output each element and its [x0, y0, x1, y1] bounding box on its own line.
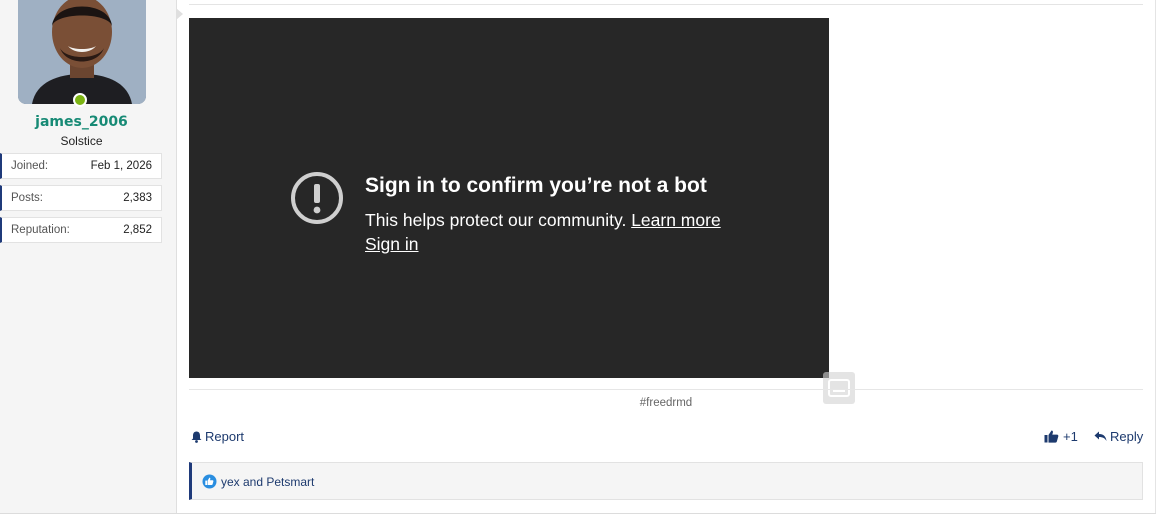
learn-more-link[interactable]: Learn more — [631, 210, 721, 230]
reply-arrow-icon — [1094, 431, 1107, 441]
video-embed[interactable]: Sign in to confirm you’re not a bot This… — [189, 18, 829, 378]
signature-divider — [189, 389, 1143, 390]
stat-label: Posts: — [11, 192, 43, 204]
reply-label: Reply — [1110, 429, 1144, 444]
thumbs-up-icon — [1044, 430, 1059, 443]
divider — [1155, 0, 1156, 513]
stat-label: Reputation: — [11, 224, 70, 236]
reply-button[interactable]: Reply — [1094, 429, 1143, 444]
description-text: This helps protect our community. — [365, 210, 627, 230]
stat-value: Feb 1, 2026 — [90, 160, 152, 172]
sign-in-link[interactable]: Sign in — [365, 234, 419, 255]
stat-joined: Joined: Feb 1, 2026 — [0, 153, 162, 179]
divider — [189, 4, 1143, 5]
stat-label: Joined: — [11, 160, 49, 172]
like-count: +1 — [1063, 429, 1078, 444]
bell-icon — [191, 431, 202, 443]
reactions-users[interactable]: yex and Petsmart — [221, 475, 314, 489]
divider — [0, 513, 1156, 514]
stat-value: 2,852 — [123, 224, 152, 236]
video-error-title: Sign in to confirm you’re not a bot — [365, 174, 707, 197]
avatar[interactable] — [18, 0, 146, 104]
user-title: Solstice — [60, 134, 103, 148]
like-button[interactable]: +1 — [1044, 429, 1078, 444]
username[interactable]: james_2006 — [0, 114, 163, 130]
reactions-bar: yex and Petsmart — [189, 462, 1143, 500]
post-arrow-notch — [176, 8, 183, 20]
like-reaction-icon — [202, 474, 217, 489]
user-sidebar: james_2006 Solstice Joined: Feb 1, 2026 … — [0, 0, 177, 513]
stat-posts: Posts: 2,383 — [0, 185, 162, 211]
report-button[interactable]: Report — [191, 429, 244, 444]
stat-reputation: Reputation: 2,852 — [0, 217, 162, 243]
online-status-indicator — [73, 93, 87, 107]
signature-hashtag: #freedrmd — [639, 397, 693, 409]
report-label: Report — [205, 429, 245, 444]
stat-value: 2,383 — [123, 192, 152, 204]
video-error-description: This helps protect our community. Learn … — [365, 210, 721, 231]
alert-circle-icon — [291, 172, 343, 224]
